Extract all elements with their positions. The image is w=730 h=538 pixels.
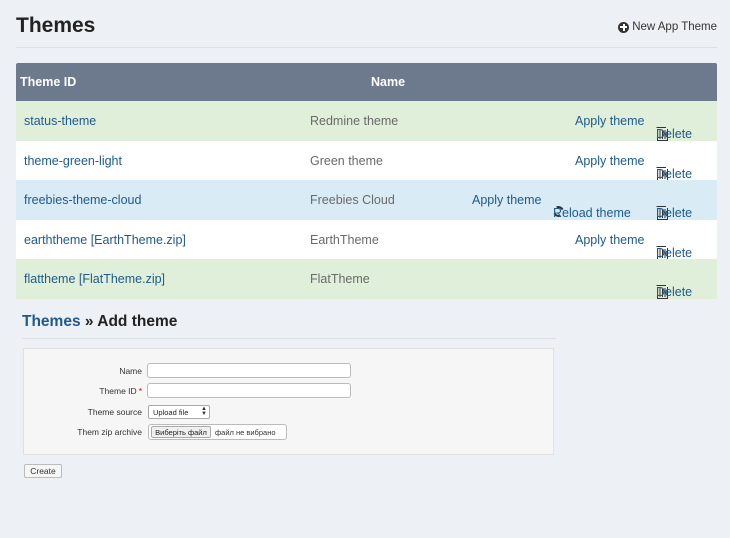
delete-label: Delete: [656, 285, 693, 299]
select-arrows-icon: ▲ ▼: [201, 406, 207, 417]
theme-id-link[interactable]: status-theme: [24, 114, 96, 128]
theme-id-input[interactable]: [147, 383, 351, 398]
delete-label: Delete: [656, 206, 693, 220]
table-header: Theme ID Name: [16, 63, 717, 101]
table-row: freebies-theme-cloud Freebies Cloud Appl…: [16, 180, 717, 220]
form-row-name: Name: [24, 363, 553, 383]
theme-id-link[interactable]: theme-green-light: [24, 154, 122, 168]
delete-label: Delete: [656, 127, 693, 141]
apply-theme-link[interactable]: Apply theme: [575, 114, 644, 128]
form-row-theme-source: Theme source Upload file ▲ ▼: [24, 404, 553, 424]
delete-label: Delete: [656, 245, 693, 260]
theme-id-link[interactable]: flattheme [FlatTheme.zip]: [24, 272, 165, 286]
new-app-theme-link[interactable]: New App Theme: [618, 21, 717, 33]
theme-name: FlatTheme: [310, 272, 370, 286]
theme-id-link[interactable]: freebies-theme-cloud: [24, 193, 141, 207]
form-row-theme-id: Theme ID *: [24, 383, 553, 403]
reload-label: Reload theme: [553, 206, 631, 220]
choose-file-button[interactable]: Виберіть файл: [151, 426, 211, 438]
form-row-zip: Them zip archive Виберіть файл файл не в…: [24, 424, 553, 444]
apply-theme-link[interactable]: Apply theme: [575, 233, 644, 247]
theme-name: Green theme: [310, 153, 383, 168]
theme-id-label-text: Theme ID: [99, 386, 137, 396]
plus-circle-icon: [618, 21, 630, 33]
themes-table: Theme ID Name status-theme Redmine theme…: [16, 63, 717, 299]
delete-label: Delete: [656, 166, 693, 181]
required-mark: *: [138, 386, 142, 396]
table-row: theme-green-light Green theme Apply them…: [16, 140, 717, 181]
add-theme-form: Name Theme ID * Theme source Upload file …: [23, 348, 554, 455]
theme-id-link[interactable]: earththeme [EarthTheme.zip]: [24, 233, 186, 247]
page-title: Themes: [16, 14, 96, 37]
column-theme-id: Theme ID: [20, 75, 77, 89]
file-status: файл не вибрано: [215, 428, 276, 437]
add-theme-heading: Themes » Add theme: [22, 313, 556, 339]
table-row: status-theme Redmine theme Apply theme D…: [16, 101, 717, 141]
theme-source-select[interactable]: Upload file ▲ ▼: [148, 405, 210, 419]
theme-source-selected: Upload file: [153, 408, 189, 417]
zip-file-input[interactable]: Виберіть файл файл не вибрано: [148, 424, 287, 440]
apply-theme-link[interactable]: Apply theme: [472, 193, 541, 207]
column-name: Name: [371, 75, 406, 89]
name-input[interactable]: [147, 363, 351, 378]
breadcrumb-themes-link[interactable]: Themes: [22, 313, 81, 330]
create-button[interactable]: Create: [24, 464, 62, 478]
name-label: Name: [119, 366, 142, 376]
theme-name: Freebies Cloud: [310, 193, 395, 207]
new-app-theme-label: New App Theme: [632, 21, 717, 33]
theme-source-label: Theme source: [87, 407, 142, 417]
zip-archive-label: Them zip archive: [77, 427, 142, 437]
page-header: Themes New App Theme: [16, 12, 717, 48]
theme-name: EarthTheme: [310, 232, 379, 247]
add-theme-title: Add theme: [97, 313, 178, 330]
theme-name: Redmine theme: [310, 114, 399, 128]
breadcrumb-separator: »: [80, 313, 98, 330]
theme-id-label: Theme ID *: [99, 386, 142, 396]
table-row: earththeme [EarthTheme.zip] EarthTheme A…: [16, 219, 717, 260]
table-row: flattheme [FlatTheme.zip] FlatTheme Dele…: [16, 259, 717, 299]
apply-theme-link[interactable]: Apply theme: [575, 154, 644, 168]
